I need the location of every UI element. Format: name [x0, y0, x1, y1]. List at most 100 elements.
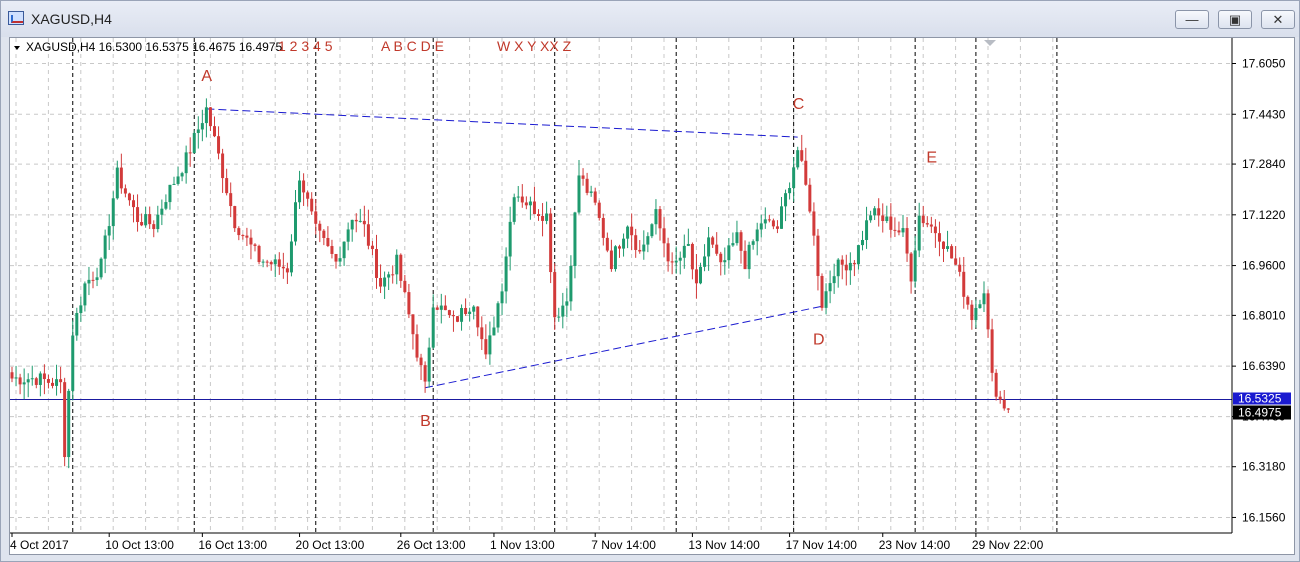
candle-body: [775, 226, 779, 229]
candlestick-chart[interactable]: A B C D E 17.6050 17.4430 17.2840 17.1220 16.960…: [10, 38, 1294, 554]
candle-body: [217, 136, 221, 154]
candle-body: [213, 126, 216, 137]
candle-body: [257, 245, 261, 263]
candle-body: [901, 228, 905, 233]
candle-body: [500, 291, 504, 304]
candle-body: [532, 201, 536, 215]
chart-grid: [10, 38, 1232, 533]
candle-body: [642, 244, 646, 252]
restore-button[interactable]: ▣: [1218, 10, 1252, 29]
toolbar-wave-letters[interactable]: A B C D E: [381, 38, 444, 54]
period-separators: [72, 38, 1058, 533]
candle-body: [626, 226, 630, 239]
candle-body: [597, 202, 601, 218]
candle-body: [512, 197, 516, 222]
candle-body: [763, 219, 767, 224]
candle-body: [237, 228, 241, 236]
candle-body: [711, 237, 715, 245]
toolbar-wave-numbers[interactable]: 1 2 3 4 5: [278, 38, 333, 54]
price-chart[interactable]: A B C D E 17.6050 17.4430 17.2840 17.1220 16.960…: [9, 37, 1295, 555]
close-button[interactable]: ✕: [1261, 10, 1295, 29]
time-tick-label: 17 Nov 14:00: [786, 538, 858, 552]
candle-body: [909, 253, 913, 282]
candle-body: [176, 176, 180, 184]
candle-body: [136, 207, 140, 223]
candle-body: [488, 335, 492, 355]
candle-body: [99, 258, 103, 278]
candle-body: [132, 200, 135, 208]
candle-body: [334, 253, 338, 262]
candle-body: [83, 283, 87, 306]
candle-body: [472, 306, 476, 312]
candle-body: [225, 178, 229, 194]
candle-body: [889, 216, 893, 230]
price-tick-label: 17.4430: [1242, 107, 1286, 121]
candle-body: [1006, 408, 1010, 410]
candle-body: [504, 256, 508, 292]
candle-body: [152, 224, 156, 230]
candle-body: [38, 373, 42, 385]
candle-body: [966, 296, 970, 305]
candle-body: [573, 212, 577, 266]
candle-body: [569, 265, 573, 302]
candle-body: [537, 214, 540, 216]
candle-body: [743, 250, 747, 270]
candle-body: [358, 220, 362, 222]
candle-body: [370, 245, 374, 250]
candle-body: [921, 215, 925, 224]
candle-body: [443, 305, 447, 311]
candle-body: [731, 243, 735, 246]
time-tick-label: 10 Oct 13:00: [105, 538, 174, 552]
candle-body: [958, 264, 962, 272]
candle-body: [561, 305, 565, 317]
time-tick-label: 16 Oct 13:00: [198, 538, 267, 552]
wave-label-a: A: [201, 68, 212, 85]
candle-body: [541, 215, 545, 221]
candle-body: [792, 167, 796, 189]
candle-body: [435, 307, 439, 310]
candle-body: [658, 209, 662, 229]
time-tick-label: 23 Nov 14:00: [879, 538, 951, 552]
candle-body: [844, 264, 848, 271]
candle-body: [119, 167, 123, 189]
candle-body: [379, 277, 383, 287]
candle-body: [662, 228, 666, 244]
candle-body: [269, 262, 273, 265]
candle-body: [277, 259, 281, 267]
candle-body: [557, 316, 561, 318]
candle-body: [881, 215, 885, 221]
title-bar[interactable]: XAGUSD,H4 — ▣ ✕: [1, 1, 1299, 37]
candle-body: [115, 167, 119, 199]
candle-body: [330, 246, 334, 254]
candle-body: [897, 230, 901, 233]
candle-body: [577, 175, 581, 213]
toolbar-wave-wxyz[interactable]: W X Y XX Z: [497, 38, 572, 54]
candle-body: [771, 220, 775, 227]
candle-body: [180, 173, 184, 177]
candle-body: [59, 379, 63, 383]
candle-body: [678, 257, 682, 261]
candle-body: [127, 193, 131, 201]
candle-body: [447, 310, 451, 316]
candle-body: [354, 219, 358, 222]
candle-body: [71, 335, 75, 391]
candle-body: [14, 377, 18, 379]
candle-body: [962, 271, 966, 297]
candle-body: [848, 262, 852, 271]
candle-body: [87, 279, 91, 284]
chart-window: XAGUSD,H4 — ▣ ✕ A B C D E 17.6050 17.4430 17.2…: [0, 0, 1300, 562]
time-axis: 4 Oct 2017 10 Oct 13:00 16 Oct 13:00 20 Oct…: [10, 533, 1044, 552]
candle-body: [877, 208, 881, 216]
candle-body: [861, 239, 864, 246]
candle-body: [998, 396, 1002, 400]
minimize-button[interactable]: —: [1175, 10, 1209, 29]
time-tick-label: 13 Nov 14:00: [688, 538, 760, 552]
candle-body: [26, 379, 30, 383]
candle-body: [723, 260, 727, 263]
candle-body: [524, 202, 528, 206]
candle-body: [265, 261, 269, 263]
candle-body: [508, 221, 512, 257]
candle-body: [366, 224, 370, 246]
candle-body: [585, 178, 589, 193]
price-tick-label: 16.8010: [1242, 308, 1286, 322]
